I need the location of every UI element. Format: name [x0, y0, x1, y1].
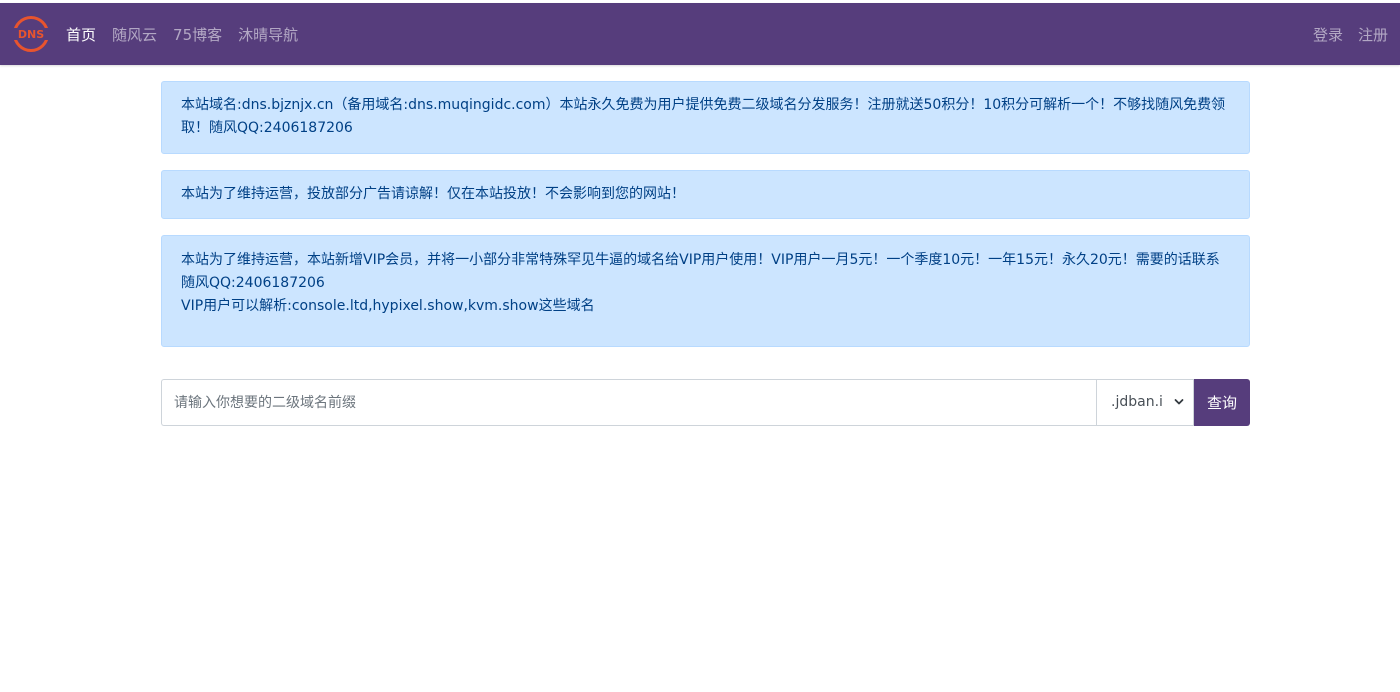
subdomain-prefix-input[interactable]: [161, 379, 1096, 426]
dns-logo-icon[interactable]: DNS: [13, 16, 49, 52]
domain-suffix-value: .jdban.i: [1111, 394, 1163, 410]
notice-vip-text: 本站为了维持运营，本站新增VIP会员，并将一小部分非常特殊罕见牛逼的域名给VIP…: [181, 252, 1220, 291]
main-content: 本站域名:dns.bjznjx.cn（备用域名:dns.muqingidc.co…: [161, 81, 1250, 426]
navbar: DNS 首页 随风云 75博客 沐晴导航 登录 注册: [0, 3, 1400, 65]
query-button[interactable]: 查询: [1194, 379, 1250, 426]
domain-search-form: .jdban.i 查询: [161, 379, 1250, 426]
notice-vip-domains: VIP用户可以解析:console.ltd,hypixel.show,kvm.s…: [181, 298, 595, 314]
logo-text: DNS: [18, 28, 44, 41]
nav-link-muqing-nav[interactable]: 沐晴导航: [238, 24, 298, 45]
main-nav: 首页 随风云 75博客 沐晴导航: [66, 3, 298, 65]
chevron-down-icon: [1174, 399, 1184, 405]
notice-ads: 本站为了维持运营，投放部分广告请谅解！仅在本站投放！不会影响到您的网站！: [161, 170, 1250, 219]
register-link[interactable]: 注册: [1358, 24, 1388, 45]
domain-suffix-select[interactable]: .jdban.i: [1096, 379, 1194, 426]
notice-ads-text: 本站为了维持运营，投放部分广告请谅解！仅在本站投放！不会影响到您的网站！: [181, 186, 685, 202]
notice-domain-info: 本站域名:dns.bjznjx.cn（备用域名:dns.muqingidc.co…: [161, 81, 1250, 154]
account-nav: 登录 注册: [1313, 3, 1388, 65]
nav-link-75blog[interactable]: 75博客: [173, 24, 222, 45]
login-link[interactable]: 登录: [1313, 24, 1343, 45]
notice-vip: 本站为了维持运营，本站新增VIP会员，并将一小部分非常特殊罕见牛逼的域名给VIP…: [161, 235, 1250, 347]
nav-link-suifengyun[interactable]: 随风云: [112, 24, 157, 45]
notice-domain-info-text: 本站域名:dns.bjznjx.cn（备用域名:dns.muqingidc.co…: [181, 97, 1226, 136]
nav-link-home[interactable]: 首页: [66, 24, 96, 45]
